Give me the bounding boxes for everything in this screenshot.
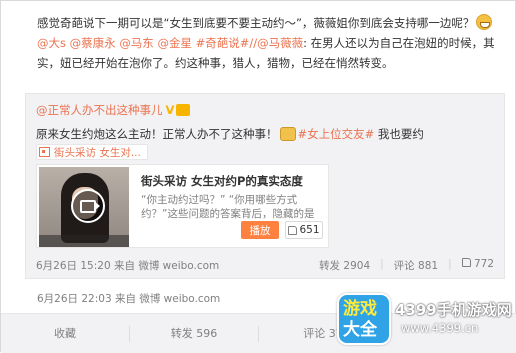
- play-button[interactable]: 播放: [241, 221, 279, 239]
- repost-author-name[interactable]: @正常人办不出这种事儿: [36, 103, 163, 117]
- repost-text-after: 我也要约: [374, 127, 424, 141]
- grin-emoji-icon: [476, 14, 493, 30]
- mention-caikangyong[interactable]: @蔡康永: [70, 36, 116, 50]
- video-card-desc: “你主动约过吗？” “你用哪些方式约？”这些问题的答案背后，隐藏的是: [141, 194, 315, 220]
- watermark-url: www.4399.cn: [401, 321, 479, 335]
- repost-forward-count[interactable]: 转发 2904: [319, 258, 370, 273]
- video-play-icon[interactable]: [71, 189, 105, 223]
- video-like-button[interactable]: 651: [285, 221, 323, 239]
- repost-stats: 转发 2904 | 评论 881 | 772: [319, 258, 494, 273]
- thumbs-up-icon: [461, 258, 471, 267]
- repost-text: 原来女生约炮这么主动！正常人办不了这种事！ #女上位交友# 我也要约: [36, 126, 424, 142]
- repost-like-count[interactable]: 772: [461, 258, 494, 273]
- repost-comment-count[interactable]: 评论 881: [394, 258, 438, 273]
- post-body: 感觉奇葩说下一期可以是“女生到底要不要主动约～”，薇薇姐你到底会支持哪一边呢？ …: [37, 13, 507, 73]
- video-link-chip[interactable]: 街头采访 女生对...: [36, 144, 148, 160]
- topic-qipashuo[interactable]: #奇葩说#//: [196, 36, 258, 50]
- reposted-weibo: @正常人办不出这种事儿 V 原来女生约炮这么主动！正常人办不了这种事！ #女上位交友…: [25, 93, 505, 279]
- member-badge-icon: [176, 104, 191, 116]
- mention-madong[interactable]: @马东: [119, 36, 154, 50]
- video-link-label: 街头采访 女生对...: [54, 146, 141, 159]
- video-thumbnail[interactable]: [39, 167, 129, 247]
- video-link-icon: [39, 147, 50, 157]
- repost-author: @正常人办不出这种事儿 V: [36, 102, 191, 118]
- favorite-button[interactable]: 收藏: [1, 325, 130, 342]
- site-watermark: 游戏 大全 4399手机游戏网 www.4399.cn: [337, 291, 513, 347]
- post-timestamp: 6月26日 22:03 来自 微博 weibo.com: [37, 293, 221, 305]
- mention-dashu[interactable]: @大s: [37, 36, 66, 50]
- topic-nvshangwei[interactable]: #女上位交友#: [298, 127, 375, 141]
- repost-button[interactable]: 转发 596: [130, 325, 259, 342]
- doge-emoji-icon: [279, 127, 296, 141]
- mention-maweiwei[interactable]: @马薇薇: [257, 36, 303, 50]
- thumbs-up-icon: [288, 225, 298, 235]
- video-card-title[interactable]: 街头采访 女生对约P的真实态度: [141, 173, 303, 189]
- 4399-logo-icon: 游戏 大全: [337, 293, 391, 345]
- video-like-count: 651: [299, 224, 320, 236]
- video-card[interactable]: 街头采访 女生对约P的真实态度 “你主动约过吗？” “你用哪些方式约？”这些问题…: [36, 164, 329, 248]
- weibo-post-frame: 感觉奇葩说下一期可以是“女生到底要不要主动约～”，薇薇姐你到底会支持哪一边呢？ …: [0, 0, 516, 353]
- mention-jinxing[interactable]: @金星: [157, 36, 192, 50]
- post-line1: 感觉奇葩说下一期可以是“女生到底要不要主动约～”，薇薇姐你到底会支持哪一边呢？: [37, 16, 475, 30]
- repost-timestamp: 6月26日 15:20 来自 微博 weibo.com: [36, 260, 220, 272]
- repost-text-before: 原来女生约炮这么主动！正常人办不了这种事！: [36, 127, 278, 141]
- watermark-site-name: 4399手机游戏网: [395, 301, 512, 319]
- verified-v-icon: V: [165, 103, 175, 117]
